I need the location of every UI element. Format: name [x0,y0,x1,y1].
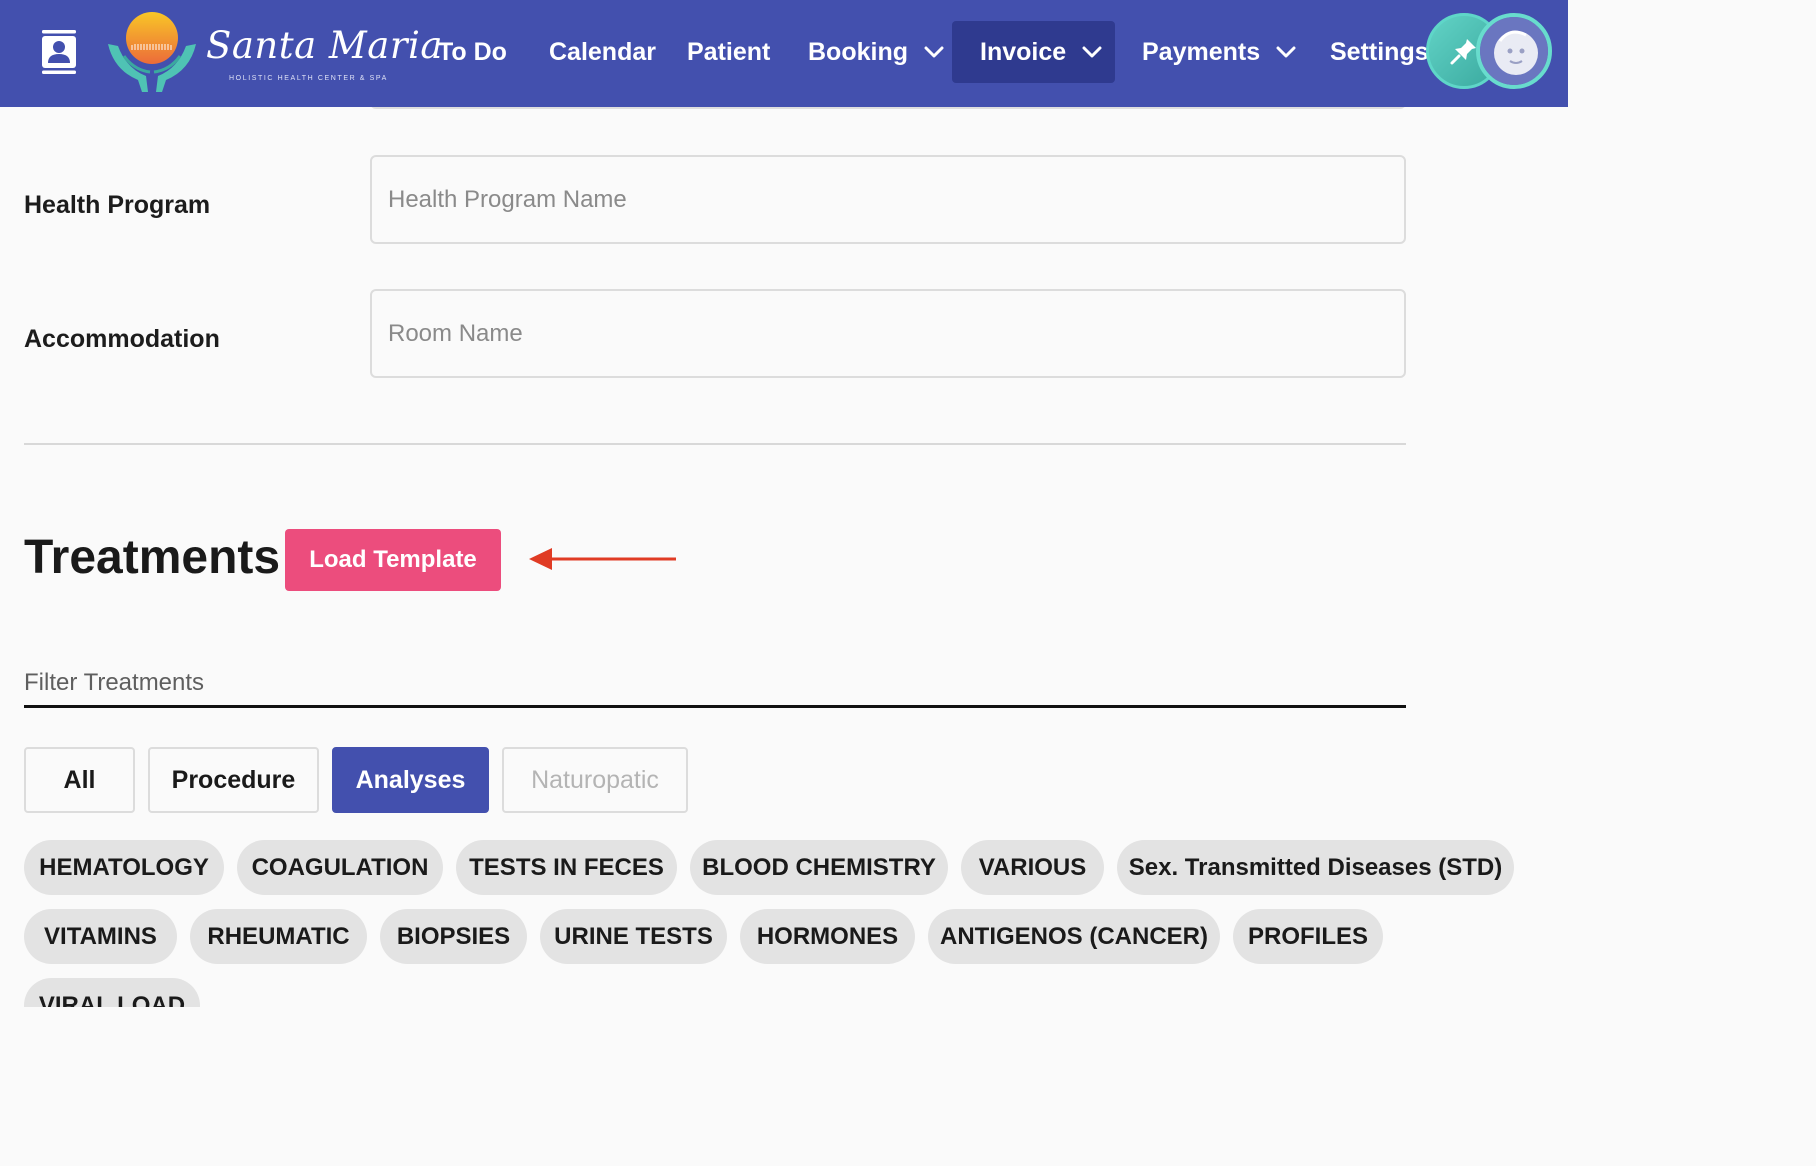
chip-vitamins[interactable]: VITAMINS [24,909,177,964]
nav-item-label: Invoice [980,37,1067,66]
chip-urine-tests[interactable]: URINE TESTS [540,909,727,964]
chip-rheumatic[interactable]: RHEUMATIC [190,909,367,964]
chip-hematology[interactable]: HEMATOLOGY [24,840,224,895]
toggle-analyses[interactable]: Analyses [332,747,489,813]
nav-invoice[interactable]: Invoice [952,21,1115,83]
chip-hormones[interactable]: HORMONES [740,909,915,964]
chip-tests-in-feces[interactable]: TESTS IN FECES [456,840,677,895]
nav-patient[interactable]: Patient [687,21,770,83]
health-program-input[interactable] [370,155,1406,244]
contact-card-icon[interactable] [36,27,82,77]
accommodation-label: Accommodation [24,325,220,353]
top-nav-bar: Santa Maria HOLISTIC HEALTH CENTER & SPA… [0,0,1568,107]
nav-settings[interactable]: Settings [1330,21,1429,83]
chip-std[interactable]: Sex. Transmitted Diseases (STD) [1117,840,1514,895]
filter-treatments-field [24,660,1406,708]
nav-booking[interactable]: Booking [808,21,944,83]
treatments-title: Treatments [24,531,281,584]
santa-maria-logo[interactable]: Santa Maria HOLISTIC HEALTH CENTER & SPA [104,10,442,94]
nav-item-label: Patient [687,37,771,66]
chevron-down-icon [924,46,944,58]
nav-item-label: Settings [1330,37,1429,66]
nav-item-label: Calendar [549,37,656,66]
toggle-naturopatic: Naturopatic [502,747,688,813]
chip-antigenos-cancer[interactable]: ANTIGENOS (CANCER) [928,909,1220,964]
chip-profiles[interactable]: PROFILES [1233,909,1383,964]
nav-payments[interactable]: Payments [1142,21,1296,83]
nav-item-label: Payments [1142,37,1261,66]
chevron-down-icon [1276,46,1296,58]
toggle-all[interactable]: All [24,747,135,813]
nav-todo[interactable]: To Do [438,21,507,83]
nav-item-label: Booking [808,37,908,66]
nav-calendar[interactable]: Calendar [549,21,656,83]
chip-coagulation[interactable]: COAGULATION [237,840,443,895]
nav-item-label: To Do [438,37,507,66]
filter-treatments-input[interactable] [24,660,1406,708]
chip-viral-load[interactable]: VIRAL LOAD [24,978,200,1007]
accommodation-input[interactable] [370,289,1406,378]
toggle-procedure[interactable]: Procedure [148,747,319,813]
page: Santa Maria HOLISTIC HEALTH CENTER & SPA… [0,0,1568,1007]
health-program-label: Health Program [24,191,211,219]
user-avatar[interactable] [1476,13,1552,89]
load-template-button[interactable]: Load Template [285,529,501,591]
chip-blood-chemistry[interactable]: BLOOD CHEMISTRY [690,840,948,895]
nav-user-area [1426,13,1552,91]
annotation-arrow-icon [529,548,676,570]
logo-tagline: HOLISTIC HEALTH CENTER & SPA [229,75,388,82]
logo-wordmark: Santa Maria [206,24,443,67]
logo-sun-hands-icon [108,12,196,92]
chip-biopsies[interactable]: BIOPSIES [380,909,527,964]
section-divider [24,443,1406,445]
chip-various[interactable]: VARIOUS [961,840,1104,895]
chevron-down-icon [1082,46,1102,58]
